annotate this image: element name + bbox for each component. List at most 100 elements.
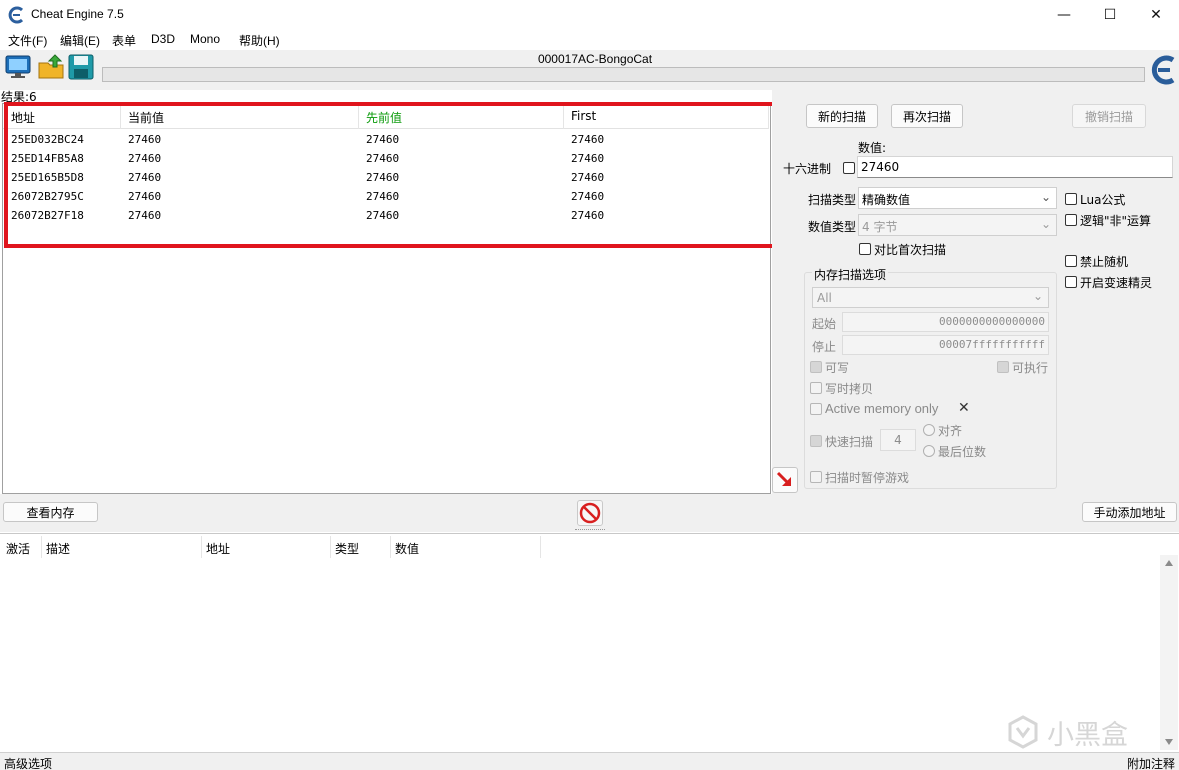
executable-label[interactable]: 可执行 xyxy=(1012,359,1048,376)
fast-scan-label[interactable]: 快速扫描 xyxy=(825,433,873,450)
fast-scan-checkbox[interactable] xyxy=(810,435,822,447)
lua-formula-label[interactable]: Lua公式 xyxy=(1080,191,1125,208)
stop-button[interactable] xyxy=(577,500,603,526)
hex-checkbox[interactable] xyxy=(843,162,855,174)
address-list[interactable] xyxy=(0,533,1179,752)
window-title: Cheat Engine 7.5 xyxy=(31,7,124,21)
no-entry-icon xyxy=(579,502,601,524)
title-bar xyxy=(0,0,1179,30)
active-memory-label[interactable]: Active memory only xyxy=(825,401,938,416)
memory-region-value: All xyxy=(817,291,832,305)
executable-checkbox[interactable] xyxy=(997,361,1009,373)
cheat-engine-app-icon xyxy=(8,6,24,24)
column-separator xyxy=(390,536,391,558)
last-digits-label[interactable]: 最后位数 xyxy=(938,443,986,460)
minimize-button[interactable]: — xyxy=(1041,0,1087,30)
address-list-scrollbar[interactable] xyxy=(1160,555,1178,750)
speedhack-checkbox[interactable] xyxy=(1065,276,1077,288)
menu-d3d[interactable]: D3D xyxy=(151,32,175,46)
stop-address-value: 00007fffffffffff xyxy=(939,338,1045,351)
save-table-icon[interactable] xyxy=(67,53,95,81)
chevron-down-icon: ⌄ xyxy=(1040,217,1051,231)
value-input[interactable]: 27460 xyxy=(857,156,1173,178)
add-address-manually-button[interactable]: 手动添加地址 xyxy=(1082,502,1177,522)
red-arrow-icon xyxy=(776,471,792,487)
watermark-logo-icon xyxy=(1008,715,1038,749)
memory-region-select[interactable]: All ⌄ xyxy=(812,287,1049,308)
active-memory-checkbox[interactable] xyxy=(810,403,822,415)
annotation-highlight-box xyxy=(4,102,790,248)
no-random-label[interactable]: 禁止随机 xyxy=(1080,253,1128,270)
menu-file[interactable]: 文件(F) xyxy=(8,32,47,49)
fast-scan-value-input[interactable]: 4 xyxy=(880,429,916,451)
column-description[interactable]: 描述 xyxy=(46,540,70,557)
last-digits-radio[interactable] xyxy=(923,445,935,457)
view-memory-button[interactable]: 查看内存 xyxy=(3,502,98,522)
writable-label[interactable]: 可写 xyxy=(825,359,849,376)
pause-game-checkbox[interactable] xyxy=(810,471,822,483)
start-label: 起始 xyxy=(812,317,837,331)
cheat-engine-logo-icon[interactable] xyxy=(1149,52,1179,88)
undo-scan-button[interactable]: 撤销扫描 xyxy=(1072,104,1146,128)
column-type[interactable]: 类型 xyxy=(335,540,359,557)
start-address-input[interactable]: 0000000000000000 xyxy=(842,312,1049,332)
scroll-down-icon[interactable] xyxy=(1165,739,1173,745)
copy-on-write-label[interactable]: 写时拷贝 xyxy=(825,380,873,397)
menu-bar xyxy=(0,30,1179,50)
column-list-address[interactable]: 地址 xyxy=(206,540,230,557)
close-button[interactable]: ✕ xyxy=(1133,0,1179,30)
column-value[interactable]: 数值 xyxy=(395,540,419,557)
stop-address-input[interactable]: 00007fffffffffff xyxy=(842,335,1049,355)
no-random-checkbox[interactable] xyxy=(1065,255,1077,267)
scan-progress-bar xyxy=(102,67,1145,82)
value-type-select[interactable]: 4 字节 ⌄ xyxy=(858,214,1057,236)
advanced-options-label[interactable]: 高级选项 xyxy=(4,755,52,770)
stop-label: 停止 xyxy=(812,340,837,354)
scroll-up-icon[interactable] xyxy=(1165,560,1173,566)
compare-first-checkbox[interactable] xyxy=(859,243,871,255)
compare-first-label[interactable]: 对比首次扫描 xyxy=(874,241,946,258)
scan-type-value: 精确数值 xyxy=(862,193,911,207)
column-separator xyxy=(201,536,202,558)
logic-not-checkbox[interactable] xyxy=(1065,214,1077,226)
pause-game-label[interactable]: 扫描时暂停游戏 xyxy=(825,469,909,486)
value-label: 数值: xyxy=(858,141,887,155)
menu-mono[interactable]: Mono xyxy=(190,32,220,46)
menu-table[interactable]: 表单 xyxy=(112,32,136,49)
value-type-value: 4 字节 xyxy=(862,220,898,234)
scan-type-select[interactable]: 精确数值 ⌄ xyxy=(858,187,1057,209)
lua-formula-checkbox[interactable] xyxy=(1065,193,1077,205)
load-table-icon[interactable] xyxy=(37,53,65,81)
column-separator xyxy=(41,536,42,558)
status-bar xyxy=(0,752,1179,770)
speedhack-label[interactable]: 开启变速精灵 xyxy=(1080,274,1152,291)
menu-help[interactable]: 帮助(H) xyxy=(239,32,280,49)
open-process-icon[interactable] xyxy=(4,53,32,81)
table-extras-label[interactable]: 附加注释 xyxy=(1127,755,1175,770)
scan-type-label: 扫描类型 xyxy=(808,193,857,207)
new-scan-button[interactable]: 新的扫描 xyxy=(806,104,878,128)
process-title: 000017AC-BongoCat xyxy=(537,52,653,66)
chevron-down-icon: ⌄ xyxy=(1032,289,1043,303)
add-to-list-button[interactable] xyxy=(772,467,798,493)
hex-label: 十六进制 xyxy=(783,162,832,176)
chevron-down-icon: ⌄ xyxy=(1040,190,1051,204)
close-icon[interactable]: ✕ xyxy=(958,400,970,416)
fast-scan-value: 4 xyxy=(894,433,902,447)
splitter-handle[interactable] xyxy=(575,529,605,532)
copy-on-write-checkbox[interactable] xyxy=(810,382,822,394)
column-active[interactable]: 激活 xyxy=(6,540,30,557)
next-scan-button[interactable]: 再次扫描 xyxy=(891,104,963,128)
logic-not-label[interactable]: 逻辑"非"运算 xyxy=(1080,212,1151,229)
watermark-text: 小黑盒 xyxy=(1047,719,1128,751)
column-separator xyxy=(330,536,331,558)
memory-options-title: 内存扫描选项 xyxy=(812,266,889,283)
menu-edit[interactable]: 编辑(E) xyxy=(60,32,100,49)
writable-checkbox[interactable] xyxy=(810,361,822,373)
value-type-label: 数值类型 xyxy=(808,220,857,234)
start-address-value: 0000000000000000 xyxy=(939,315,1045,328)
alignment-radio[interactable] xyxy=(923,424,935,436)
watermark: 小黑盒 xyxy=(1005,710,1155,754)
alignment-label[interactable]: 对齐 xyxy=(938,422,962,439)
maximize-button[interactable]: ☐ xyxy=(1087,0,1133,30)
